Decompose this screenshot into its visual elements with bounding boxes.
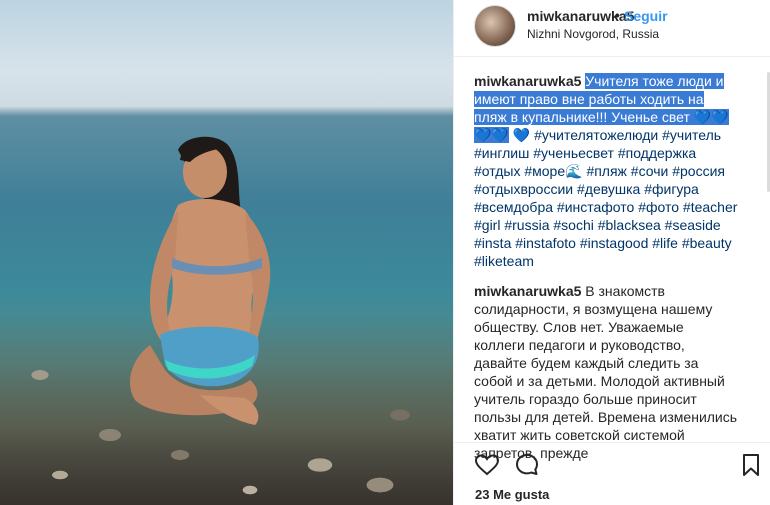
comment-item: miwkanaruwka5 В знакомств солидарности, …: [474, 282, 738, 462]
comment-text: В знакомств солидарности, я возмущена на…: [474, 283, 738, 461]
caption: miwkanaruwka5 Учителя тоже люди и имеют …: [474, 72, 738, 270]
bookmark-icon[interactable]: [738, 452, 764, 478]
actions-divider: [453, 442, 770, 443]
header-divider: [453, 56, 770, 57]
follow-button[interactable]: Seguir: [624, 8, 668, 24]
heart-icon[interactable]: [474, 452, 500, 478]
action-bar: [474, 452, 764, 478]
wave-icon: 🌊: [565, 163, 583, 179]
woman-in-swimsuit: [130, 136, 271, 425]
caption-username[interactable]: miwkanaruwka5: [474, 73, 581, 89]
comments-section: miwkanaruwka5 Учителя тоже люди и имеют …: [474, 72, 738, 474]
avatar[interactable]: [474, 5, 516, 47]
comment-username[interactable]: miwkanaruwka5: [474, 283, 581, 299]
likes-count[interactable]: 23 Me gusta: [475, 487, 549, 502]
location-link[interactable]: Nizhni Novgorod, Russia: [527, 27, 659, 41]
separator-dot: •: [615, 7, 620, 23]
post-header: miwkanaruwka5 • Seguir Nizhni Novgorod, …: [474, 0, 754, 56]
post-photo: [0, 0, 453, 505]
blue-heart-icon: 💙: [512, 127, 531, 143]
comment-icon[interactable]: [514, 452, 540, 478]
